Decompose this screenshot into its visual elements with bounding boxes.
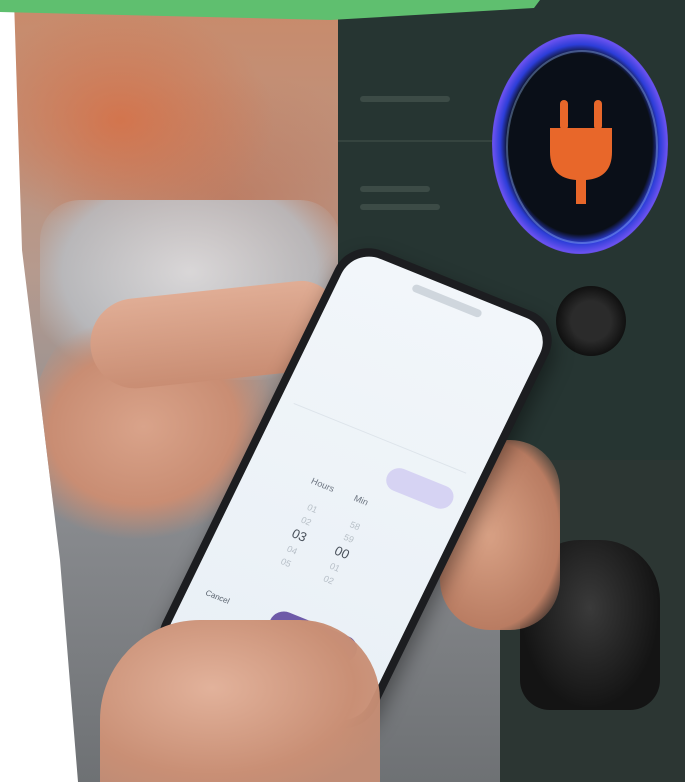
cancel-button[interactable]: Cancel xyxy=(204,588,231,605)
charger-label xyxy=(360,186,430,192)
charger-label xyxy=(360,96,450,102)
hours-header: Hours xyxy=(309,475,337,494)
photo-scene: Hours Min 01 02 03 04 05 58 59 00 01 02 … xyxy=(14,0,685,782)
plug-icon xyxy=(550,100,612,204)
charger-socket xyxy=(556,286,626,356)
phone-notch xyxy=(410,283,484,319)
charger-label xyxy=(360,204,440,210)
right-hand xyxy=(100,620,380,782)
day-selector[interactable] xyxy=(289,403,467,483)
minutes-header: Min xyxy=(352,493,371,508)
